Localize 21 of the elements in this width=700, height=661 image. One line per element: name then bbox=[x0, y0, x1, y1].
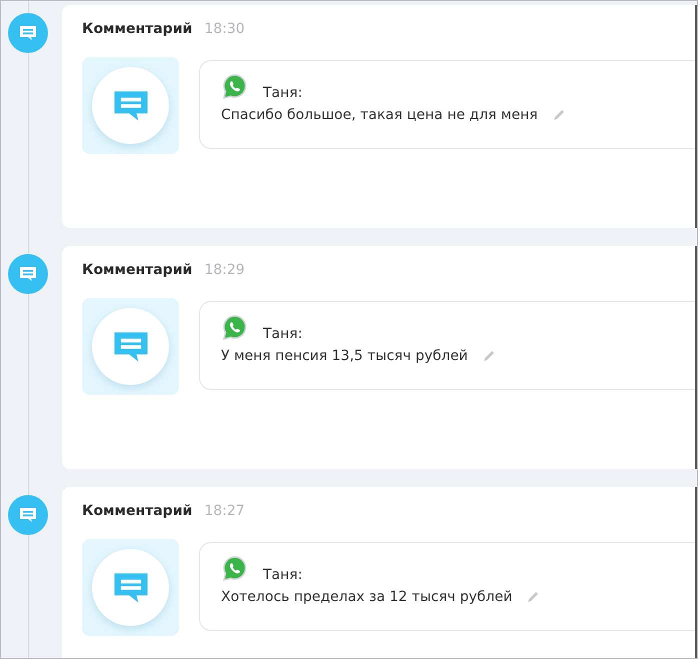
entry-time: 18:27 bbox=[204, 503, 245, 519]
author-name: Таня: bbox=[263, 326, 302, 342]
pencil-icon[interactable] bbox=[552, 108, 566, 122]
entry-type: Комментарий bbox=[82, 262, 192, 278]
phone-chat-icon bbox=[221, 73, 249, 101]
chat-icon bbox=[8, 254, 48, 294]
pencil-icon[interactable] bbox=[482, 349, 496, 363]
chat-icon bbox=[8, 495, 48, 535]
author-name: Таня: bbox=[263, 85, 302, 101]
entry-time: 18:29 bbox=[204, 262, 245, 278]
entry-type: Комментарий bbox=[82, 503, 192, 519]
pencil-icon[interactable] bbox=[526, 590, 540, 604]
phone-chat-icon bbox=[221, 314, 249, 342]
entry-type: Комментарий bbox=[82, 21, 192, 37]
phone-chat-icon bbox=[221, 555, 249, 583]
message-text: Хотелось пределах за 12 тысяч рублей bbox=[221, 589, 512, 605]
chat-icon bbox=[8, 13, 48, 53]
author-name: Таня: bbox=[263, 567, 302, 583]
entry-time: 18:30 bbox=[204, 21, 245, 37]
message-text: Спасибо большое, такая цена не для меня bbox=[221, 107, 538, 123]
message-text: У меня пенсия 13,5 тысяч рублей bbox=[221, 348, 468, 364]
